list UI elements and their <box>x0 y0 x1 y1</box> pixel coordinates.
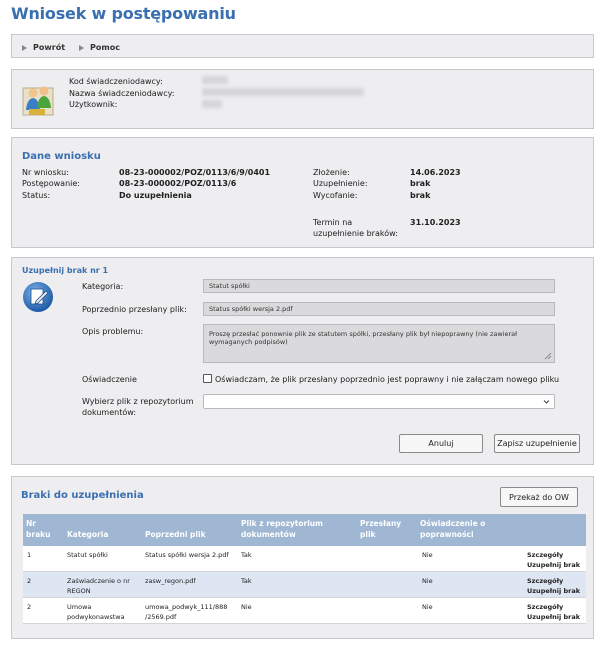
back-label: Powrót <box>33 43 66 52</box>
status-value: Do uzupełnienia <box>119 191 192 200</box>
resize-handle-icon[interactable] <box>544 352 552 360</box>
problem-description-label: Opis problemu: <box>82 327 144 336</box>
application-section-title: Dane wniosku <box>22 151 101 162</box>
col-header-category: Kategoria <box>67 530 109 539</box>
table-row: 2 Umowa podwykonawstwa umowa_podwyk_111/… <box>23 598 586 624</box>
deadline-value: 31.10.2023 <box>410 218 461 227</box>
provider-panel: Kod świadczeniodawcy: Nazwa świadczeniod… <box>11 69 594 129</box>
cell-repository: Tak <box>241 551 252 559</box>
cell-nr: 1 <box>27 551 32 559</box>
cell-declaration: Nie <box>422 577 433 585</box>
arrow-right-icon <box>79 44 84 51</box>
withdrawal-label: Wycofanie: <box>313 191 358 200</box>
deadline-label-line1: Termin na <box>313 218 353 227</box>
arrow-right-icon <box>22 44 27 51</box>
fill-deficiency-link[interactable]: Uzupełnij brak <box>527 586 580 596</box>
fill-deficiency-link[interactable]: Uzupełnij brak <box>527 612 580 622</box>
cell-category-line2: podwykonawstwa <box>67 613 125 621</box>
col-header-nr: Nr braku <box>26 519 51 539</box>
deficiencies-section-title: Braki do uzupełnienia <box>21 490 144 501</box>
repository-label-line1: Wybierz plik z repozytorium <box>82 397 194 406</box>
save-supplement-button[interactable]: Zapisz uzupełnienie <box>494 434 580 453</box>
cell-category: Statut spółki <box>67 551 108 559</box>
help-button[interactable]: Pomoc <box>79 43 120 52</box>
proceeding-value: 08-23-000002/POZ/0113/6 <box>119 179 237 188</box>
details-link[interactable]: Szczegóły <box>527 602 563 612</box>
repository-label-line2: dokumentów: <box>82 408 137 417</box>
provider-code-label: Kod świadczeniodawcy: <box>69 77 163 86</box>
cell-category: Zaświadczenie o nr <box>67 577 130 585</box>
provider-code-value-redacted <box>202 76 228 84</box>
cell-repository: Nie <box>241 603 252 611</box>
application-number-label: Nr wniosku: <box>22 168 69 177</box>
cell-repository: Tak <box>241 577 252 585</box>
table-row: 2 Zaświadczenie o nr REGON zasw_regon.pd… <box>23 572 586 598</box>
application-number-value: 08-23-000002/POZ/0113/6/9/0401 <box>119 168 271 177</box>
supplement-value: brak <box>410 179 431 188</box>
supplement-section-title: Uzupełnij brak nr 1 <box>22 266 109 275</box>
cell-category: Umowa <box>67 603 92 611</box>
proceeding-label: Postępowanie: <box>22 179 80 188</box>
supplement-panel: Uzupełnij brak nr 1 Kategoria: Statut sp… <box>11 257 594 465</box>
declaration-label: Oświadczenie <box>82 375 137 384</box>
category-field: Statut spółki <box>203 279 555 293</box>
user-label: Użytkownik: <box>69 100 118 109</box>
deadline-label-line2: uzupełnienie braków: <box>313 229 398 238</box>
previous-file-label: Poprzednio przesłany plik: <box>82 305 187 314</box>
user-value-redacted <box>202 100 222 108</box>
col-header-repository-file: Plik z repozytorium dokumentów <box>241 519 323 539</box>
help-label: Pomoc <box>90 43 120 52</box>
col-header-previous-file: Poprzedni plik <box>145 530 206 539</box>
provider-name-value-redacted <box>202 88 364 96</box>
cell-category-line2: REGON <box>67 587 91 595</box>
cell-nr: 2 <box>27 577 32 585</box>
cell-declaration: Nie <box>422 551 433 559</box>
edit-document-icon <box>23 282 53 312</box>
cell-previous-file: Status spółki wersja 2.pdf <box>145 551 229 559</box>
details-link[interactable]: Szczegóły <box>527 576 563 586</box>
status-label: Status: <box>22 191 51 200</box>
toolbar: Powrót Pomoc <box>11 34 594 58</box>
declaration-text: Oświadczam, że plik przesłany poprzednio… <box>215 375 560 384</box>
application-data-panel: Dane wniosku Nr wniosku: 08-23-000002/PO… <box>11 137 594 248</box>
cancel-button[interactable]: Anuluj <box>399 434 483 453</box>
cell-previous-file-line2: /2569.pdf <box>145 613 177 621</box>
details-link[interactable]: Szczegóły <box>527 550 563 560</box>
cell-nr: 2 <box>27 603 32 611</box>
provider-name-label: Nazwa świadczeniodawcy: <box>69 89 175 98</box>
cell-declaration: Nie <box>422 603 433 611</box>
fill-deficiency-link[interactable]: Uzupełnij brak <box>527 560 580 570</box>
submission-value: 14.06.2023 <box>410 168 461 177</box>
back-button[interactable]: Powrót <box>22 43 65 52</box>
cell-previous-file: zasw_regon.pdf <box>145 577 196 585</box>
users-icon <box>22 86 54 116</box>
page-title: Wniosek w postępowaniu <box>11 4 236 23</box>
cell-previous-file: umowa_podwyk_111/888 <box>145 603 228 611</box>
table-row: 1 Statut spółki Status spółki wersja 2.p… <box>23 546 586 572</box>
supplement-label: Uzupełnienie: <box>313 179 368 188</box>
submission-label: Złożenie: <box>313 168 350 177</box>
col-header-sent-file: Przesłany plik <box>360 519 402 539</box>
deficiencies-table-header: Nr braku Kategoria Poprzedni plik Plik z … <box>23 514 586 546</box>
previous-file-field: Status spółki wersja 2.pdf <box>203 302 555 316</box>
problem-description-textarea[interactable]: Proszę przesłać ponownie plik ze statute… <box>203 324 555 363</box>
forward-to-ow-button[interactable]: Przekaż do OW <box>500 487 578 507</box>
declaration-checkbox[interactable] <box>203 374 212 383</box>
repository-file-select[interactable] <box>203 394 555 409</box>
chevron-down-icon <box>543 400 550 404</box>
problem-description-text: Proszę przesłać ponownie plik ze statute… <box>209 330 517 346</box>
category-label: Kategoria: <box>82 282 124 291</box>
withdrawal-value: brak <box>410 191 431 200</box>
col-header-declaration: Oświadczenie o poprawności <box>420 519 486 539</box>
